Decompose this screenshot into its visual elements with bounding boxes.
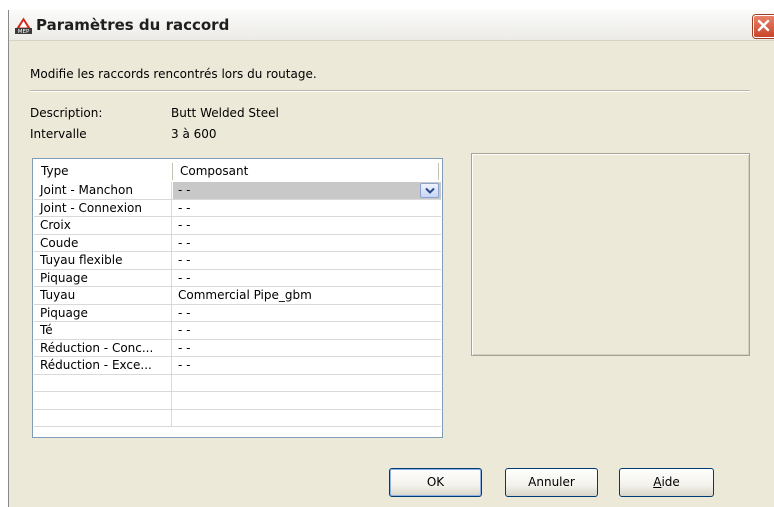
component-dropdown[interactable]: - - bbox=[173, 182, 441, 199]
table-row[interactable]: Tuyau Commercial Pipe_gbm bbox=[34, 287, 441, 305]
svg-text:MEP: MEP bbox=[18, 29, 30, 34]
dropdown-button[interactable] bbox=[420, 183, 439, 198]
cell-component[interactable]: - - bbox=[173, 200, 441, 217]
preview-pane bbox=[471, 153, 750, 356]
table-row[interactable]: Tuyau flexible - - bbox=[34, 252, 441, 270]
cell-component-text: - - bbox=[178, 235, 191, 250]
cell-component[interactable] bbox=[173, 410, 441, 427]
cell-type: Joint - Connexion bbox=[34, 199, 172, 216]
dialog-title: Paramètres du raccord bbox=[36, 16, 230, 34]
table-row[interactable]: Réduction - Exce... - - bbox=[34, 357, 441, 375]
table-row[interactable]: Piquage - - bbox=[34, 304, 441, 322]
cell-component-text: - - bbox=[178, 200, 191, 215]
cell-component-text: - - bbox=[178, 218, 191, 232]
cell-component[interactable]: - - bbox=[173, 322, 441, 339]
fitting-settings-dialog: MEP Paramètres du raccord Modifie les ra… bbox=[8, 10, 774, 507]
interval-label: Intervalle bbox=[30, 127, 87, 141]
cell-component[interactable]: - - bbox=[173, 357, 441, 374]
cancel-button[interactable]: Annuler bbox=[505, 468, 598, 497]
fittings-grid[interactable]: Type Composant Joint - Manchon - - Joint -… bbox=[32, 158, 443, 438]
cell-type bbox=[34, 409, 172, 426]
cell-component-text: - - bbox=[178, 253, 191, 267]
cell-component[interactable] bbox=[173, 392, 441, 409]
table-row[interactable] bbox=[34, 374, 441, 392]
cell-component[interactable] bbox=[173, 375, 441, 392]
description-value: Butt Welded Steel bbox=[171, 106, 279, 120]
cell-component-text: Commercial Pipe_gbm bbox=[178, 288, 312, 302]
cell-component[interactable]: Commercial Pipe_gbm bbox=[173, 287, 441, 304]
help-button[interactable]: Aide bbox=[619, 468, 714, 497]
column-header-type[interactable]: Type bbox=[41, 164, 69, 178]
cell-type: Coude bbox=[34, 234, 172, 251]
cell-component-text: - - bbox=[178, 358, 191, 372]
cell-type: Té bbox=[34, 322, 172, 339]
cell-type: Réduction - Conc... bbox=[34, 339, 172, 356]
table-row[interactable]: Coude - - bbox=[34, 234, 441, 252]
column-divider[interactable] bbox=[172, 163, 173, 180]
column-header-component[interactable]: Composant bbox=[180, 164, 248, 178]
cell-component-text: - - bbox=[178, 270, 191, 285]
cell-component[interactable]: - - bbox=[173, 305, 441, 322]
table-row[interactable] bbox=[34, 409, 441, 427]
cell-type: Croix bbox=[34, 217, 172, 234]
cell-component[interactable]: - - bbox=[173, 270, 441, 287]
cell-component[interactable]: - - bbox=[173, 252, 441, 269]
grid-header: Type Composant bbox=[34, 160, 441, 182]
close-button[interactable] bbox=[753, 15, 774, 38]
table-row[interactable]: Joint - Connexion - - bbox=[34, 199, 441, 217]
table-row[interactable]: Piquage - - bbox=[34, 269, 441, 287]
cell-type: Tuyau bbox=[34, 287, 172, 304]
cell-component-text: - - bbox=[178, 323, 191, 337]
cell-component-text: - - bbox=[178, 305, 191, 320]
table-row[interactable]: Té - - bbox=[34, 322, 441, 340]
table-row[interactable] bbox=[34, 392, 441, 410]
cell-type bbox=[34, 374, 172, 391]
column-divider[interactable] bbox=[438, 163, 439, 180]
autocad-mep-app-icon: MEP bbox=[15, 17, 32, 35]
table-row[interactable]: Croix - - bbox=[34, 217, 441, 235]
description-label: Description: bbox=[30, 106, 103, 120]
cell-component[interactable]: - - bbox=[173, 217, 441, 234]
cell-component-text: - - bbox=[178, 340, 191, 355]
help-label: ide bbox=[661, 475, 680, 489]
table-row[interactable]: Joint - Manchon - - bbox=[34, 182, 441, 200]
close-icon bbox=[757, 19, 770, 32]
separator bbox=[30, 90, 750, 92]
grid-rows: Joint - Manchon - - Joint - Connexion - - Cr… bbox=[34, 182, 441, 427]
cell-type bbox=[34, 392, 172, 409]
cell-type: Réduction - Exce... bbox=[34, 357, 172, 374]
ok-button[interactable]: OK bbox=[389, 468, 482, 497]
cell-type: Piquage bbox=[34, 269, 172, 286]
cell-type: Piquage bbox=[34, 304, 172, 321]
table-row[interactable]: Réduction - Conc... - - bbox=[34, 339, 441, 357]
title-bar[interactable]: MEP Paramètres du raccord bbox=[9, 10, 774, 41]
cell-type: Joint - Manchon bbox=[34, 182, 172, 199]
cell-component[interactable]: - - bbox=[173, 235, 441, 252]
chevron-down-icon bbox=[425, 187, 435, 194]
intro-text: Modifie les raccords rencontrés lors du … bbox=[30, 67, 317, 81]
cell-component[interactable]: - - bbox=[173, 340, 441, 357]
interval-value: 3 à 600 bbox=[171, 127, 217, 141]
cell-component-text: - - bbox=[178, 183, 191, 197]
cell-type: Tuyau flexible bbox=[34, 252, 172, 269]
